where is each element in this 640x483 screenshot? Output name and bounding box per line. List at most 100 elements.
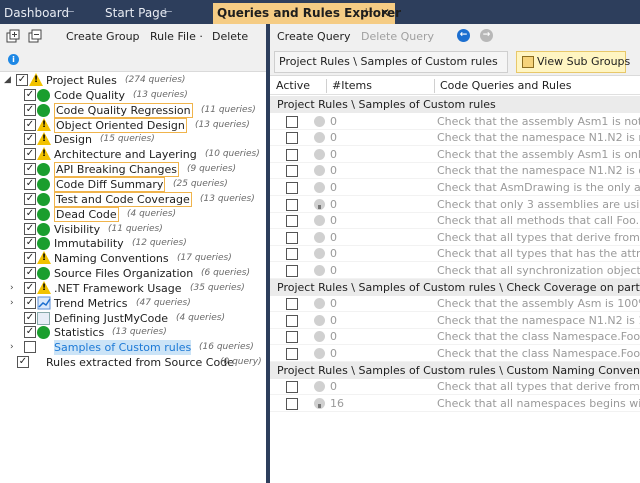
- collapse-all-icon[interactable]: [28, 29, 42, 43]
- column-active[interactable]: Active: [276, 79, 310, 92]
- active-checkbox[interactable]: ✓: [16, 74, 28, 86]
- query-row[interactable]: 0 Check that the class Namespace.Foo.Me: [270, 345, 640, 362]
- active-checkbox[interactable]: [286, 348, 298, 360]
- tree-item[interactable]: ✓ Code Diff Summary (25 queries): [0, 176, 266, 192]
- active-checkbox[interactable]: ✓: [24, 103, 36, 116]
- tab-queries-rules-explorer[interactable]: Queries and Rules Explorer ⊢ ✕: [213, 3, 401, 24]
- group-header-row[interactable]: Project Rules \ Samples of Custom rules: [270, 96, 640, 113]
- active-checkbox[interactable]: [286, 148, 298, 161]
- tree-item[interactable]: ✓ Rules extracted from Source Code (0 quer…: [0, 355, 266, 370]
- tree-item[interactable]: ✓ Object Oriented Design (13 queries): [0, 117, 266, 133]
- expand-all-icon[interactable]: [6, 29, 20, 43]
- back-icon[interactable]: ←: [457, 29, 470, 42]
- active-checkbox[interactable]: ✓: [24, 296, 36, 309]
- active-checkbox[interactable]: ✓: [24, 252, 36, 265]
- tree-item[interactable]: ✓ Design (15 queries): [0, 132, 266, 147]
- active-checkbox[interactable]: [286, 397, 298, 410]
- tree-item[interactable]: ✓ Dead Code (4 queries): [0, 206, 266, 222]
- tree-item[interactable]: ✓ Architecture and Layering (10 queries): [0, 147, 266, 162]
- create-query-button[interactable]: Create Query: [277, 30, 350, 43]
- delete-query-button[interactable]: Delete Query: [361, 30, 434, 43]
- tab-start-page[interactable]: Start Page ⊢: [101, 3, 205, 24]
- query-row[interactable]: 0 Check that the namespace N1.N2 is 100%: [270, 312, 640, 329]
- active-checkbox[interactable]: [286, 198, 298, 211]
- query-row[interactable]: 16 Check that all namespaces begins with …: [270, 395, 640, 412]
- query-row[interactable]: 0 Check that all types that derive from F…: [270, 229, 640, 246]
- query-row[interactable]: 0 Check that all types that has the attri…: [270, 245, 640, 263]
- query-row[interactable]: 0 Check that the assembly Asm is 100% co: [270, 295, 640, 313]
- query-row[interactable]: 0 Check that the assembly Asm1 is not usi: [270, 113, 640, 130]
- tree-item[interactable]: › ✓ .NET Framework Usage (35 queries): [0, 280, 266, 296]
- group-header-row[interactable]: Project Rules \ Samples of Custom rules …: [270, 361, 640, 379]
- active-checkbox[interactable]: [286, 331, 298, 344]
- expander-icon[interactable]: ›: [10, 340, 20, 354]
- tree-item[interactable]: ✓ Code Quality Regression (11 queries): [0, 102, 266, 118]
- query-row[interactable]: 0 Check that all types that derive from F…: [270, 378, 640, 396]
- active-checkbox[interactable]: ✓: [17, 356, 29, 369]
- query-row[interactable]: 0 Check that only 3 assemblies are using …: [270, 196, 640, 213]
- expander-icon[interactable]: ›: [10, 296, 20, 310]
- active-checkbox[interactable]: [286, 115, 298, 128]
- expander-icon[interactable]: ◢: [4, 73, 14, 87]
- tree-item[interactable]: ◢✓ Project Rules (274 queries): [0, 73, 266, 88]
- active-checkbox[interactable]: ✓: [24, 163, 36, 176]
- active-checkbox[interactable]: ✓: [24, 148, 36, 161]
- query-row[interactable]: 0 Check that AsmDrawing is the only asse: [270, 179, 640, 196]
- query-row[interactable]: 0 Check that the namespace N1.N2 is not u: [270, 129, 640, 147]
- active-checkbox[interactable]: [286, 248, 298, 261]
- query-row[interactable]: 0 Check that the namespace N1.N2 is only …: [270, 162, 640, 180]
- active-checkbox[interactable]: ✓: [24, 192, 36, 205]
- active-checkbox[interactable]: [286, 182, 298, 194]
- tree-item[interactable]: ✓ Code Quality (13 queries): [0, 88, 266, 103]
- active-checkbox[interactable]: [286, 314, 298, 327]
- tree-item[interactable]: › Samples of Custom rules (16 queries): [0, 340, 266, 356]
- forward-icon[interactable]: →: [480, 29, 493, 42]
- active-checkbox[interactable]: ✓: [24, 207, 36, 220]
- query-row[interactable]: 0 Check that the assembly Asm1 is only us: [270, 146, 640, 163]
- active-checkbox[interactable]: [286, 298, 298, 311]
- tree-item[interactable]: ✓ API Breaking Changes (9 queries): [0, 162, 266, 178]
- pin-icon[interactable]: ⊢: [66, 3, 75, 23]
- tab-dashboard[interactable]: Dashboard ⊢: [0, 3, 92, 24]
- column-items[interactable]: #Items: [332, 79, 372, 92]
- active-checkbox[interactable]: [286, 215, 298, 228]
- active-checkbox[interactable]: ✓: [24, 88, 36, 101]
- tree-item[interactable]: ✓ Statistics (13 queries): [0, 325, 266, 340]
- expander-icon[interactable]: ›: [10, 281, 20, 295]
- active-checkbox[interactable]: [286, 132, 298, 145]
- active-checkbox[interactable]: ✓: [24, 133, 36, 146]
- tree-item[interactable]: ✓ Immutability (12 queries): [0, 236, 266, 251]
- close-icon[interactable]: ✕: [380, 3, 390, 23]
- active-checkbox[interactable]: ✓: [24, 311, 36, 324]
- active-checkbox[interactable]: ✓: [24, 118, 36, 131]
- tree-item[interactable]: ✓ Test and Code Coverage (13 queries): [0, 191, 266, 207]
- tree-item[interactable]: ✓ Defining JustMyCode (4 queries): [0, 311, 266, 326]
- group-header-row[interactable]: Project Rules \ Samples of Custom rules …: [270, 278, 640, 296]
- delete-group-button[interactable]: Delete: [212, 30, 248, 43]
- query-row[interactable]: 0 Check that all methods that call Foo.Fc…: [270, 212, 640, 230]
- active-checkbox[interactable]: ✓: [24, 281, 36, 294]
- active-checkbox[interactable]: ✓: [24, 267, 36, 280]
- active-checkbox[interactable]: [24, 341, 36, 354]
- active-checkbox[interactable]: ✓: [24, 237, 36, 250]
- active-checkbox[interactable]: ✓: [24, 326, 36, 339]
- active-checkbox[interactable]: ✓: [24, 177, 36, 190]
- tree-item[interactable]: › ✓ Trend Metrics (47 queries): [0, 296, 266, 311]
- tree-item[interactable]: ✓ Naming Conventions (17 queries): [0, 251, 266, 266]
- query-row[interactable]: 0 Check that the class Namespace.Foo is 1: [270, 328, 640, 346]
- rule-file-menu-button[interactable]: Rule File ·: [150, 30, 203, 43]
- create-group-button[interactable]: Create Group: [66, 30, 140, 43]
- column-rules[interactable]: Code Queries and Rules: [440, 79, 572, 92]
- pin-icon[interactable]: ⊢: [164, 3, 173, 23]
- active-checkbox[interactable]: ✓: [24, 222, 36, 235]
- pin-icon[interactable]: ⊢: [365, 3, 374, 23]
- view-sub-groups-button[interactable]: View Sub Groups: [516, 51, 630, 73]
- tree-item[interactable]: ✓ Source Files Organization (6 queries): [0, 266, 266, 281]
- group-path-breadcrumb[interactable]: Project Rules \ Samples of Custom rules: [274, 51, 508, 73]
- query-row[interactable]: 0 Check that all synchronization objects …: [270, 262, 640, 279]
- active-checkbox[interactable]: [286, 231, 298, 244]
- tree-item[interactable]: ✓ Visibility (11 queries): [0, 222, 266, 237]
- active-checkbox[interactable]: [286, 165, 298, 178]
- info-icon[interactable]: i: [8, 54, 19, 65]
- active-checkbox[interactable]: [286, 381, 298, 394]
